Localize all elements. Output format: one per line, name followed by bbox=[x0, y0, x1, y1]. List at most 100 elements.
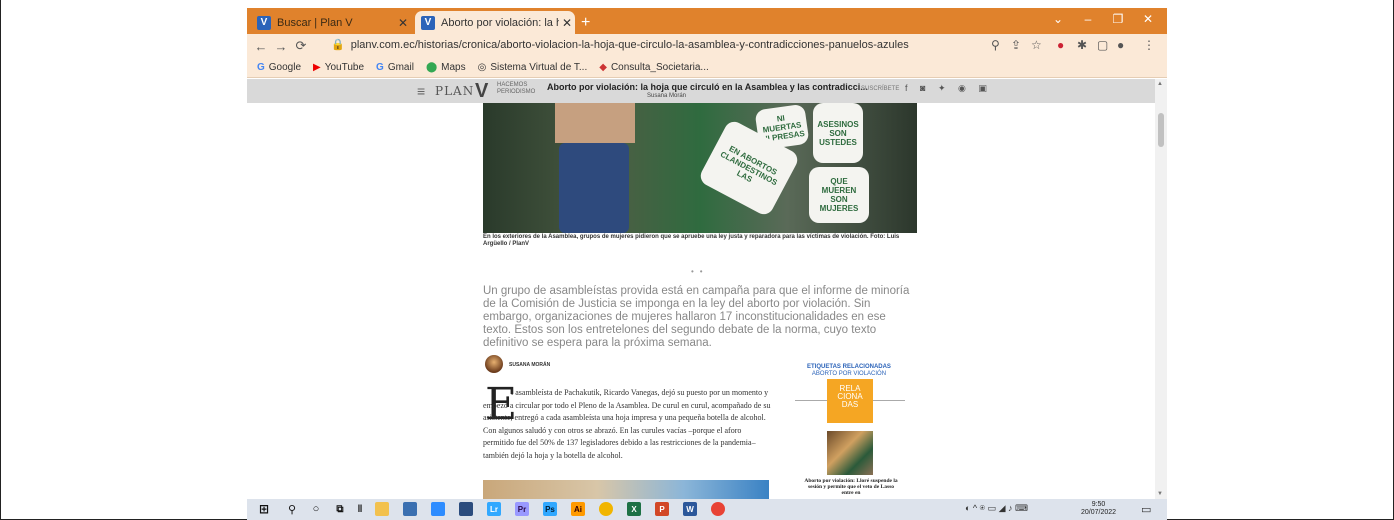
separator-icon: ‖ bbox=[357, 503, 363, 515]
bookmark-youtube[interactable]: ▶ YouTube bbox=[313, 62, 364, 73]
profile-avatar-icon[interactable]: ● bbox=[1117, 38, 1124, 52]
zoom-app-icon[interactable] bbox=[431, 502, 445, 516]
bookmark-label: YouTube bbox=[324, 62, 365, 73]
minimize-icon[interactable]: – bbox=[1073, 12, 1103, 26]
site-logo-text[interactable]: PLAN bbox=[435, 84, 474, 98]
illustrator-icon[interactable]: Ai bbox=[571, 502, 585, 516]
word-icon[interactable]: W bbox=[683, 502, 697, 516]
diamond-icon: ◆ bbox=[599, 62, 607, 73]
sidepanel-icon[interactable]: ▢ bbox=[1097, 38, 1108, 52]
tab-aborto[interactable]: V Aborto por violación: la hoja que ✕ bbox=[415, 11, 575, 34]
author-name[interactable]: SUSANA MORÁN bbox=[509, 362, 550, 368]
address-bar-row: ← → ⟳ 🔒 planv.com.ec/historias/cronica/ab… bbox=[247, 34, 1167, 58]
social-icons[interactable]: f ◙ ✦ ◉ ▣ bbox=[905, 83, 992, 94]
lightroom-icon[interactable]: Lr bbox=[487, 502, 501, 516]
scroll-up-icon[interactable]: ▲ bbox=[1157, 81, 1163, 87]
chrome-icon[interactable] bbox=[599, 502, 613, 516]
extensions-puzzle-icon[interactable]: ✱ bbox=[1077, 38, 1087, 52]
store-icon[interactable] bbox=[403, 502, 417, 516]
article-photo: ASESINOS SON USTEDES NI MUERTAS NI PRESA… bbox=[483, 103, 917, 233]
globe-icon: ◎ bbox=[477, 62, 487, 73]
protest-sign: QUE MUEREN SON MUJERES bbox=[809, 167, 869, 223]
author-avatar[interactable] bbox=[485, 355, 503, 373]
bookmark-label: Consulta_Societaria... bbox=[610, 62, 709, 73]
excel-icon[interactable]: X bbox=[627, 502, 641, 516]
new-tab-icon[interactable]: + bbox=[581, 14, 590, 32]
scroll-down-icon[interactable]: ▼ bbox=[1157, 491, 1163, 497]
back-icon[interactable]: ← bbox=[251, 39, 271, 54]
task-view-icon[interactable]: ⧉ bbox=[333, 502, 347, 516]
windows-start-icon[interactable]: ⊞ bbox=[257, 502, 271, 516]
restore-icon[interactable]: ❐ bbox=[1103, 12, 1133, 26]
photoshop-icon[interactable]: Ps bbox=[543, 502, 557, 516]
article-body: l asambleísta de Pachakutik, Ricardo Van… bbox=[483, 388, 771, 460]
hamburger-menu-icon[interactable]: ≡ bbox=[417, 83, 425, 99]
system-clock[interactable]: 9:50 20/07/2022 bbox=[1081, 501, 1116, 517]
bookmark-label: Maps bbox=[441, 62, 466, 73]
url-text: planv.com.ec/historias/cronica/aborto-vi… bbox=[350, 39, 909, 51]
tray-icons[interactable]: ◐ ^ ⍟ ▭ ◢ ♪ ⌨ bbox=[965, 503, 1028, 514]
bookmark-maps[interactable]: ⬤ Maps bbox=[426, 62, 466, 73]
notification-icon[interactable]: ▭ bbox=[1141, 503, 1151, 516]
site-tagline: HACEMOS PERIODISMO bbox=[497, 82, 536, 95]
site-logo-v[interactable]: V bbox=[475, 80, 488, 103]
youtube-icon: ▶ bbox=[313, 62, 321, 73]
planv-favicon-icon: V bbox=[421, 15, 435, 30]
carousel-dots[interactable]: •• bbox=[691, 267, 709, 276]
cortana-icon[interactable]: ○ bbox=[309, 502, 323, 516]
related-caption[interactable]: Aborto por violación: Lloré suspende la … bbox=[803, 478, 899, 496]
url-field[interactable]: 🔒 planv.com.ec/historias/cronica/aborto-v… bbox=[331, 38, 909, 51]
planv-favicon-icon: V bbox=[257, 15, 271, 30]
screen: V Buscar | Plan V ✕ V Aborto por violaci… bbox=[0, 0, 1394, 520]
header-author: Susana Morán bbox=[647, 93, 687, 99]
forward-icon[interactable]: → bbox=[271, 39, 291, 54]
photo-figure bbox=[559, 143, 629, 233]
photo-figure bbox=[555, 103, 635, 143]
zoom-icon[interactable]: ⚲ bbox=[991, 38, 1000, 52]
share-icon[interactable]: ⇪ bbox=[1011, 38, 1021, 52]
browser-window: V Buscar | Plan V ✕ V Aborto por violaci… bbox=[247, 0, 1167, 520]
close-tab-icon[interactable]: ✕ bbox=[395, 16, 411, 30]
subscribe-link[interactable]: SUSCRÍBETE bbox=[861, 86, 899, 92]
bookmark-label: Gmail bbox=[387, 62, 414, 73]
google-icon: G bbox=[376, 62, 384, 73]
lock-icon: 🔒 bbox=[331, 39, 345, 51]
bookmark-google[interactable]: G Google bbox=[257, 62, 301, 73]
menu-kebab-icon[interactable]: ⋮ bbox=[1143, 38, 1155, 52]
tab-title: Buscar | Plan V bbox=[277, 16, 353, 29]
tab-buscar[interactable]: V Buscar | Plan V ✕ bbox=[251, 11, 411, 34]
article-inline-image bbox=[483, 480, 769, 499]
premiere-icon[interactable]: Pr bbox=[515, 502, 529, 516]
calendar-app-icon[interactable] bbox=[459, 502, 473, 516]
related-thumbnail[interactable] bbox=[827, 431, 873, 475]
chevron-down-icon[interactable]: ⌄ bbox=[1043, 12, 1073, 26]
bookmark-label: Sistema Virtual de T... bbox=[490, 62, 588, 73]
related-tag-link[interactable]: ABORTO POR VIOLACIÓN bbox=[799, 371, 899, 377]
article-lead: Un grupo de asambleístas provida está en… bbox=[483, 285, 910, 349]
web-page: ≡ PLAN V HACEMOS PERIODISMO Aborto por v… bbox=[247, 79, 1155, 499]
site-header: ≡ PLAN V HACEMOS PERIODISMO Aborto por v… bbox=[247, 79, 1155, 103]
extension-icon[interactable]: ● bbox=[1057, 38, 1064, 52]
bookmark-gmail[interactable]: G Gmail bbox=[376, 62, 414, 73]
bookmark-label: Google bbox=[268, 62, 302, 73]
search-icon[interactable]: ⚲ bbox=[285, 502, 299, 516]
close-tab-icon[interactable]: ✕ bbox=[559, 16, 575, 30]
file-explorer-icon[interactable] bbox=[375, 502, 389, 516]
scrollbar-thumb[interactable] bbox=[1158, 113, 1164, 147]
header-article-title: Aborto por violación: la hoja que circul… bbox=[547, 82, 868, 92]
bookmark-consulta[interactable]: ◆ Consulta_Societaria... bbox=[599, 62, 709, 73]
bookmark-sistema[interactable]: ◎ Sistema Virtual de T... bbox=[478, 62, 588, 73]
reload-icon[interactable]: ⟳ bbox=[291, 38, 311, 54]
chrome-icon[interactable] bbox=[711, 502, 725, 516]
clock-time: 9:50 bbox=[1091, 501, 1106, 508]
powerpoint-icon[interactable]: P bbox=[655, 502, 669, 516]
related-box: RELA CIONA DAS bbox=[827, 379, 873, 423]
protest-sign: ASESINOS SON USTEDES bbox=[813, 103, 863, 163]
vertical-scrollbar[interactable]: ▲ ▼ bbox=[1155, 79, 1167, 499]
clock-date: 20/07/2022 bbox=[1081, 509, 1117, 516]
taskbar: ⊞ ⚲ ○ ⧉ ‖ Lr Pr Ps Ai X P W ◐ ^ ⍟ ▭ ◢ ♪ … bbox=[247, 499, 1167, 520]
related-tags-heading: ETIQUETAS RELACIONADAS bbox=[807, 364, 891, 370]
close-window-icon[interactable]: ✕ bbox=[1133, 12, 1163, 26]
tab-title: Aborto por violación: la hoja que bbox=[441, 16, 559, 29]
bookmark-star-icon[interactable]: ☆ bbox=[1031, 38, 1042, 52]
